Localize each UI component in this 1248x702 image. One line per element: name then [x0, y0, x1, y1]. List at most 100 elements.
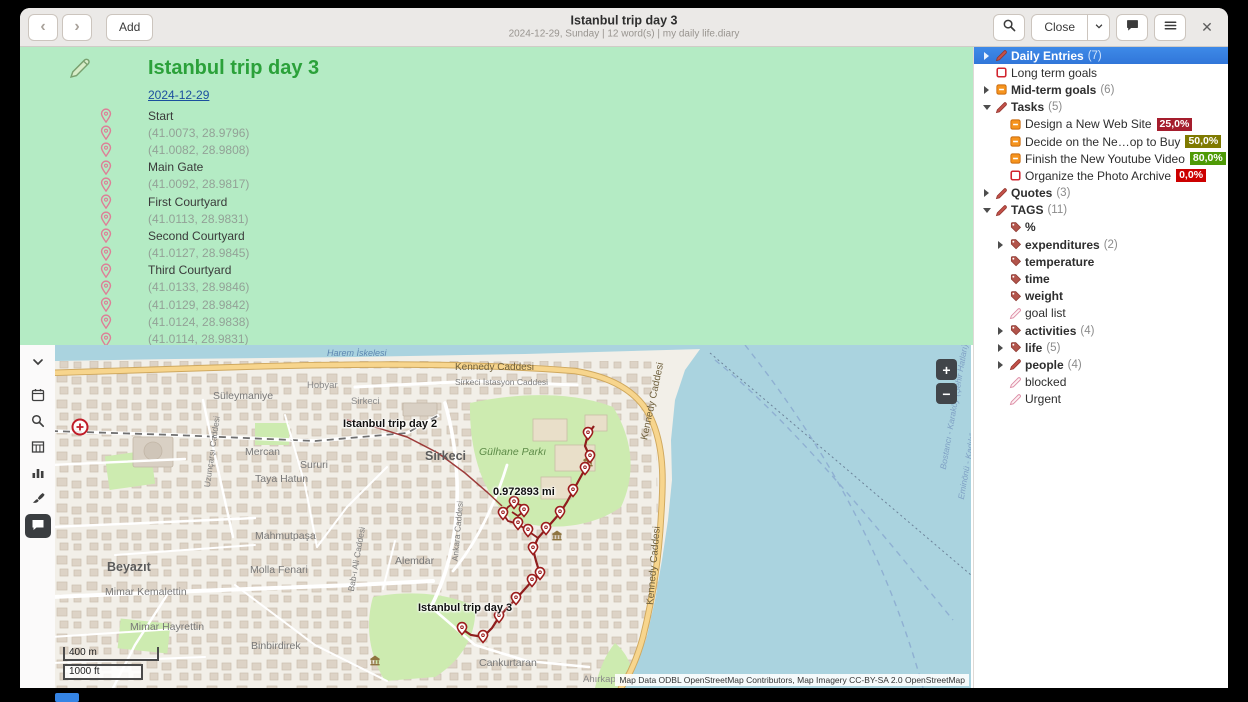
location-line[interactable]: (41.0073, 28.9796)	[20, 124, 973, 141]
paint-tool-button[interactable]	[25, 488, 51, 512]
calendar-icon	[30, 387, 46, 406]
map-view[interactable]: Kennedy CaddesiKennedy CaddesiKennedy Ca…	[55, 345, 971, 688]
sidebar-item-expenditures[interactable]: expenditures (2)	[974, 236, 1228, 253]
location-line[interactable]: Main Gate	[20, 159, 973, 176]
location-line[interactable]: Start	[20, 107, 973, 124]
expander-right-icon[interactable]	[994, 344, 1007, 352]
chart-tool-button[interactable]	[25, 462, 51, 486]
chevron-down-icon	[1094, 20, 1104, 34]
expander-right-icon[interactable]	[994, 327, 1007, 335]
table-icon	[30, 439, 46, 458]
expander-right-icon[interactable]	[994, 361, 1007, 369]
sidebar-item-people[interactable]: people(4)	[974, 356, 1228, 373]
sidebar-item-organize-the-photo-archive[interactable]: Organize the Photo Archive 0,0%	[974, 167, 1228, 184]
entry-title[interactable]: Istanbul trip day 3	[148, 57, 319, 80]
calendar-tool-button[interactable]	[25, 384, 51, 408]
sidebar-item-item[interactable]: %	[974, 219, 1228, 236]
item-label: expenditures	[1025, 238, 1100, 252]
map-comment-tool-button[interactable]	[25, 514, 51, 538]
expander-down-icon[interactable]	[980, 208, 993, 213]
header-actions: Close ✕	[993, 14, 1220, 41]
item-label: TAGS	[1011, 203, 1043, 217]
item-count: (4)	[1068, 359, 1082, 371]
expander-right-icon[interactable]	[980, 52, 993, 60]
header-title-block: Istanbul trip day 3 2024-12-29, Sunday |…	[364, 14, 884, 41]
sidebar-item-decide-on-the-ne-op-to-buy[interactable]: Decide on the Ne…op to Buy 50,0%	[974, 133, 1228, 150]
table-tool-button[interactable]	[25, 436, 51, 460]
sidebar-item-weight[interactable]: weight	[974, 288, 1228, 305]
expander-right-icon[interactable]	[980, 189, 993, 197]
sidebar-item-daily-entries[interactable]: Daily Entries(7)	[974, 47, 1228, 64]
menu-button[interactable]	[1154, 14, 1186, 41]
sidebar-item-design-a-new-web-site[interactable]: Design a New Web Site25,0%	[974, 116, 1228, 133]
location-line[interactable]: (41.0124, 28.9838)	[20, 313, 973, 330]
task-progress-icon	[1007, 135, 1023, 148]
sidebar-item-quotes[interactable]: Quotes(3)	[974, 185, 1228, 202]
progress-badge: 0,0%	[1176, 169, 1206, 182]
zoom-in-button[interactable]: +	[936, 359, 957, 380]
sidebar-item-tasks[interactable]: Tasks(5)	[974, 99, 1228, 116]
item-label: blocked	[1025, 375, 1066, 389]
comment-icon	[30, 517, 46, 536]
sidebar-item-urgent[interactable]: Urgent	[974, 391, 1228, 408]
location-line[interactable]: (41.0092, 28.9817)	[20, 176, 973, 193]
search-button[interactable]	[993, 14, 1025, 41]
sidebar-item-mid-term-goals[interactable]: Mid-term goals(6)	[974, 81, 1228, 98]
location-pin-icon	[100, 314, 114, 329]
comment-button[interactable]	[1116, 14, 1148, 41]
search-tool-button[interactable]	[25, 410, 51, 434]
search-icon	[30, 413, 46, 432]
expander-right-icon[interactable]	[980, 86, 993, 94]
entry-date-link[interactable]: 2024-12-29	[148, 88, 209, 102]
tag-icon	[1007, 290, 1023, 303]
add-button[interactable]: Add	[106, 14, 153, 41]
item-label: Urgent	[1025, 392, 1061, 406]
location-coordinates: (41.0127, 28.9845)	[148, 247, 249, 259]
location-line[interactable]: (41.0113, 28.9831)	[20, 210, 973, 227]
map-canvas[interactable]	[55, 345, 971, 688]
chevron-down-icon	[30, 354, 46, 373]
sidebar-item-activities[interactable]: activities(4)	[974, 322, 1228, 339]
back-button[interactable]: ‹	[28, 14, 58, 41]
location-pin-icon	[100, 211, 114, 226]
entry-pencil-icon	[993, 204, 1009, 217]
sidebar-item-blocked[interactable]: blocked	[974, 374, 1228, 391]
location-line[interactable]: (41.0133, 28.9846)	[20, 279, 973, 296]
item-label: Organize the Photo Archive	[1025, 169, 1171, 183]
history-nav: ‹ ›	[28, 14, 92, 41]
forward-button[interactable]: ›	[62, 14, 92, 41]
location-line[interactable]: (41.0127, 28.9845)	[20, 245, 973, 262]
location-pin-icon	[100, 160, 114, 175]
item-count: (6)	[1100, 84, 1114, 96]
sidebar-item-time[interactable]: time	[974, 270, 1228, 287]
expander-right-icon[interactable]	[994, 241, 1007, 249]
window-close-button[interactable]: ✕	[1194, 14, 1220, 40]
location-line[interactable]: (41.0114, 28.9831)	[20, 330, 973, 345]
progress-badge: 50,0%	[1185, 135, 1221, 148]
location-line[interactable]: Third Courtyard	[20, 262, 973, 279]
sidebar-item-goal-list[interactable]: goal list	[974, 305, 1228, 322]
location-pin-icon	[100, 332, 114, 345]
sidebar-item-temperature[interactable]: temperature	[974, 253, 1228, 270]
sidebar-item-tags[interactable]: TAGS(11)	[974, 202, 1228, 219]
sidebar-item-life[interactable]: life(5)	[974, 339, 1228, 356]
location-line[interactable]: First Courtyard	[20, 193, 973, 210]
diary-tree-sidebar: Daily Entries(7)Long term goalsMid-term …	[973, 47, 1228, 688]
item-label: Finish the New Youtube Video	[1025, 152, 1185, 166]
collapse-panel-button[interactable]	[25, 351, 51, 375]
item-label: Decide on the Ne…op to Buy	[1025, 135, 1180, 149]
expander-down-icon[interactable]	[980, 105, 993, 110]
item-count: (2)	[1104, 239, 1118, 251]
sidebar-item-long-term-goals[interactable]: Long term goals	[974, 64, 1228, 81]
location-line[interactable]: Second Courtyard	[20, 227, 973, 244]
close-dropdown-button[interactable]	[1088, 14, 1110, 41]
close-diary-button[interactable]: Close	[1031, 14, 1088, 41]
entry-editor[interactable]: Istanbul trip day 3 2024-12-29 Start(41.…	[20, 47, 973, 345]
paint-brush-icon	[30, 491, 46, 510]
location-line[interactable]: (41.0129, 28.9842)	[20, 296, 973, 313]
task-open-icon	[993, 66, 1009, 79]
sidebar-item-finish-the-new-youtube-video[interactable]: Finish the New Youtube Video80,0%	[974, 150, 1228, 167]
add-location-marker[interactable]	[73, 420, 88, 435]
location-line[interactable]: (41.0082, 28.9808)	[20, 141, 973, 158]
zoom-out-button[interactable]: −	[936, 383, 957, 404]
